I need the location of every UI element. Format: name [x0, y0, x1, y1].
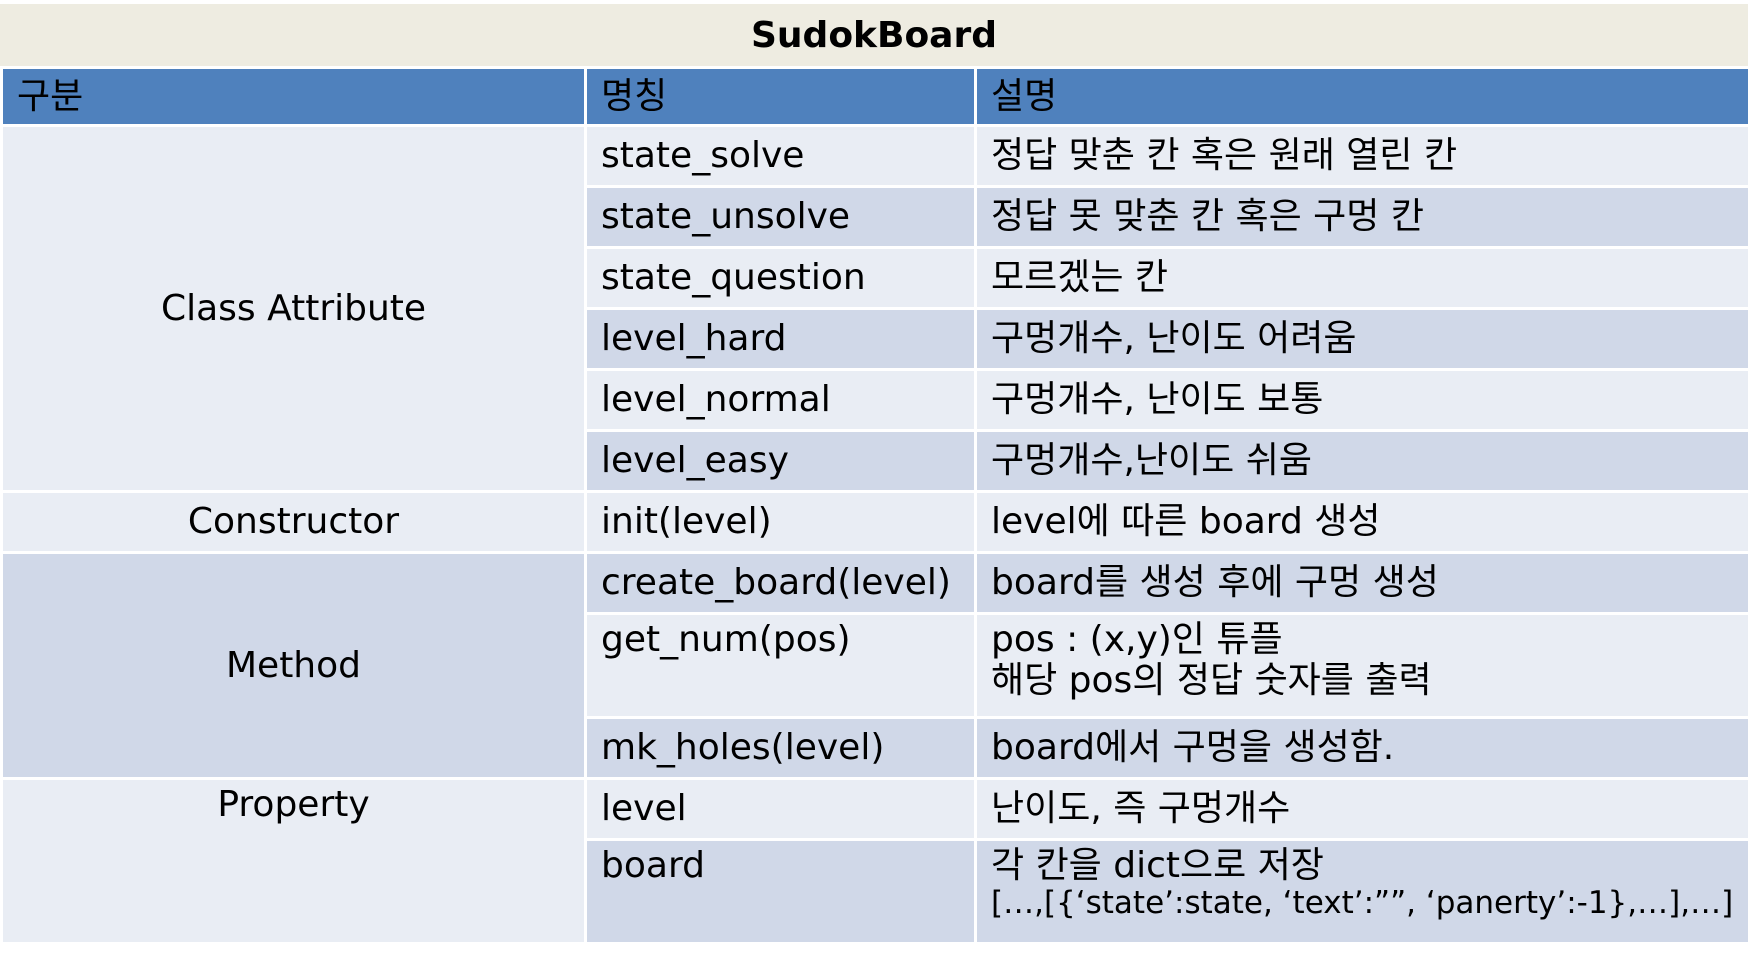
row-name: level_hard: [584, 307, 977, 371]
header-name: 명칭: [584, 66, 977, 127]
row-name: state_question: [584, 246, 977, 310]
row-name: mk_holes(level): [584, 716, 977, 780]
row-description: 난이도, 즉 구멍개수: [974, 777, 1748, 841]
sudokboard-table-container: SudokBoard 구분 명칭 설명 Class Attribute stat…: [0, 4, 1748, 945]
row-name: state_solve: [584, 124, 977, 188]
row-description: 구멍개수,난이도 쉬움: [974, 429, 1748, 493]
row-description: 모르겠는 칸: [974, 246, 1748, 310]
table-row: Constructor init(level) level에 따른 board …: [0, 490, 1748, 554]
table-row: Class Attribute state_solve 정답 맞춘 칸 혹은 원…: [0, 124, 1748, 493]
header-row: 구분 명칭 설명: [0, 66, 1748, 127]
group-class-attribute: Class Attribute: [0, 124, 587, 493]
group-method: Method: [0, 551, 587, 780]
row-description: board를 생성 후에 구멍 생성: [974, 551, 1748, 615]
row-description-line2: 해당 pos의 정답 숫자를 출력: [991, 660, 1432, 702]
table-row: Property level 난이도, 즉 구멍개수: [0, 777, 1748, 945]
row-name: level_normal: [584, 368, 977, 432]
row-name: create_board(level): [584, 551, 977, 615]
row-description-line1: pos : (x,y)인 튜플: [991, 619, 1283, 660]
row-name: board: [584, 838, 977, 945]
row-description-line2: […,[{‘state’:state, ‘text’:””, ‘panerty’…: [991, 885, 1734, 922]
row-name: state_unsolve: [584, 185, 977, 249]
row-description: level에 따른 board 생성: [974, 490, 1748, 554]
row-description: board에서 구멍을 생성함.: [974, 716, 1748, 780]
group-constructor: Constructor: [0, 490, 587, 554]
row-description: 정답 맞춘 칸 혹은 원래 열린 칸: [974, 124, 1748, 188]
row-name: get_num(pos): [584, 612, 977, 719]
row-name: level: [584, 777, 977, 841]
row-description: 정답 못 맞춘 칸 혹은 구멍 칸: [974, 185, 1748, 249]
row-description: pos : (x,y)인 튜플 해당 pos의 정답 숫자를 출력: [974, 612, 1748, 719]
row-description: 구멍개수, 난이도 어려움: [974, 307, 1748, 371]
group-property: Property: [0, 777, 587, 945]
row-name: level_easy: [584, 429, 977, 493]
row-description-line1: 각 칸을 dict으로 저장: [991, 845, 1324, 886]
table-title: SudokBoard: [0, 4, 1748, 66]
table-row: Method create_board(level) board를 생성 후에 …: [0, 551, 1748, 780]
row-description: 각 칸을 dict으로 저장 […,[{‘state’:state, ‘text…: [974, 838, 1748, 945]
header-description: 설명: [974, 66, 1748, 127]
row-description: 구멍개수, 난이도 보통: [974, 368, 1748, 432]
row-name: init(level): [584, 490, 977, 554]
class-spec-table: 구분 명칭 설명 Class Attribute state_solve 정답 …: [0, 66, 1748, 945]
header-category: 구분: [0, 66, 587, 127]
